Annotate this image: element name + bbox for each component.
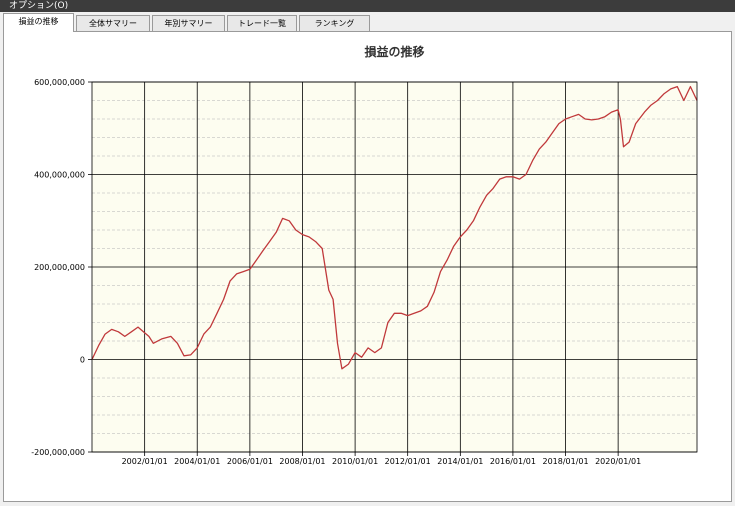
options-menu[interactable]: オプション(O) <box>0 1 68 11</box>
y-tick-label: 400,000,000 <box>34 171 85 180</box>
tab-overall-summary[interactable]: 全体サマリー <box>76 15 150 31</box>
x-tick-label: 2012/01/01 <box>385 457 431 466</box>
y-tick-label: 0 <box>80 356 85 365</box>
tab-trade-list[interactable]: トレード一覧 <box>227 15 297 31</box>
x-tick-label: 2008/01/01 <box>279 457 325 466</box>
x-tick-label: 2002/01/01 <box>122 457 168 466</box>
x-tick-label: 2018/01/01 <box>543 457 589 466</box>
x-tick-label: 2016/01/01 <box>490 457 536 466</box>
y-tick-label: 200,000,000 <box>34 263 85 272</box>
tab-ranking[interactable]: ランキング <box>299 15 370 31</box>
chart-title: 損益の推移 <box>364 44 424 59</box>
y-tick-label: -200,000,000 <box>31 448 85 457</box>
tab-yearly-summary[interactable]: 年別サマリー <box>152 15 225 31</box>
tab-strip: 損益の推移 全体サマリー 年別サマリー トレード一覧 ランキング <box>0 12 735 32</box>
profit-loss-chart: 損益の推移 -200,000,000 0 200,000,000 400,000,000… <box>31 44 698 466</box>
x-tick-label: 2010/01/01 <box>332 457 378 466</box>
x-tick-label: 2020/01/01 <box>595 457 641 466</box>
menu-bar: オプション(O) <box>0 0 735 12</box>
x-tick-label: 2004/01/01 <box>174 457 220 466</box>
tab-profit-loss-trend[interactable]: 損益の推移 <box>3 13 74 32</box>
chart-panel: 損益の推移 -200,000,000 0 200,000,000 400,000,000… <box>3 31 732 502</box>
y-tick-label: 600,000,000 <box>34 78 85 87</box>
x-tick-label: 2014/01/01 <box>437 457 483 466</box>
x-tick-label: 2006/01/01 <box>227 457 273 466</box>
